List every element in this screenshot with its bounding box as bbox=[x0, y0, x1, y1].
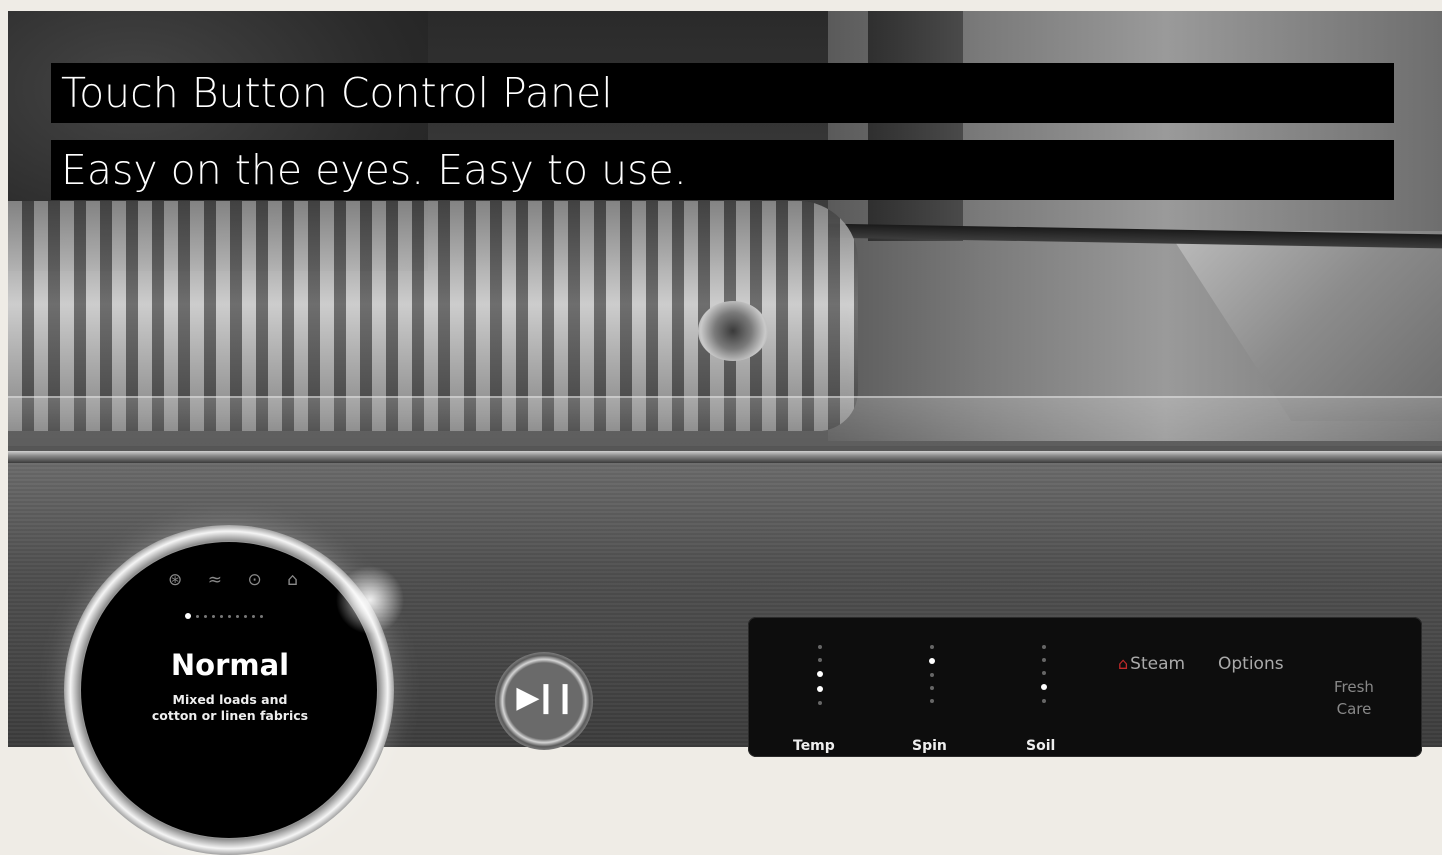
lock-icon: ⌂ bbox=[287, 570, 298, 590]
towel-fold bbox=[698, 301, 768, 361]
page-dot bbox=[196, 614, 199, 618]
level-dot bbox=[818, 658, 822, 662]
page-dot bbox=[252, 614, 255, 618]
play-pause-icon: ▶❙❙ bbox=[516, 679, 577, 715]
caption-subtitle: Easy on the eyes. Easy to use. bbox=[51, 140, 1394, 200]
page-dot bbox=[220, 614, 223, 618]
caption-title: Touch Button Control Panel bbox=[51, 63, 1394, 123]
lid-edge bbox=[8, 451, 1442, 463]
level-dot bbox=[1042, 699, 1046, 703]
cycle-name: Normal bbox=[170, 648, 290, 682]
steam-button[interactable]: ⌂ Steam bbox=[1118, 654, 1185, 674]
level-dot bbox=[818, 701, 822, 705]
spin-label: Spin bbox=[912, 738, 947, 754]
level-dot bbox=[930, 699, 934, 703]
options-button[interactable]: Options bbox=[1218, 654, 1284, 674]
level-dot bbox=[818, 645, 822, 649]
level-dot bbox=[1042, 645, 1046, 649]
lid-hinge-shadow bbox=[868, 11, 963, 241]
level-dot bbox=[817, 671, 823, 677]
cycle-description-line1: Mixed loads and bbox=[172, 692, 288, 707]
soil-label: Soil bbox=[1026, 738, 1056, 754]
temp-label: Temp bbox=[793, 738, 835, 754]
level-dot bbox=[930, 645, 934, 649]
dial-status-icons: ⊛ ≈ ⊙ ⌂ bbox=[168, 570, 298, 594]
page-dot bbox=[212, 614, 215, 618]
level-dot bbox=[817, 686, 823, 692]
dial-glare bbox=[330, 560, 410, 640]
level-dot bbox=[929, 658, 935, 664]
spin-level-indicator[interactable] bbox=[928, 645, 936, 703]
level-dot bbox=[930, 686, 934, 690]
steam-icon: ⌂ bbox=[1118, 654, 1129, 673]
level-dot bbox=[1042, 658, 1046, 662]
soil-level-indicator[interactable] bbox=[1040, 645, 1048, 703]
page-dot bbox=[244, 614, 247, 618]
level-dot bbox=[930, 673, 934, 677]
fresh-care-label-line1: Fresh bbox=[1334, 678, 1374, 696]
page-dot bbox=[228, 614, 231, 618]
wifi-icon: ≈ bbox=[207, 570, 222, 590]
page-dot bbox=[204, 614, 207, 618]
glass-lid bbox=[8, 396, 1442, 446]
fresh-care-button[interactable]: Fresh Care bbox=[1334, 676, 1374, 720]
fresh-care-label-line2: Care bbox=[1336, 700, 1372, 718]
drum-icon: ⊛ bbox=[168, 570, 183, 590]
level-dot bbox=[1041, 684, 1047, 690]
cycle-description-line2: cotton or linen fabrics bbox=[151, 708, 309, 723]
level-dot bbox=[1042, 671, 1046, 675]
cycle-description: Mixed loads and cotton or linen fabrics bbox=[120, 692, 340, 724]
dial-page-dots bbox=[185, 612, 275, 620]
page-dot bbox=[236, 614, 239, 618]
option-control-strip bbox=[748, 617, 1422, 757]
temp-level-indicator[interactable] bbox=[816, 645, 824, 705]
page-dot bbox=[185, 613, 191, 619]
start-pause-button[interactable]: ▶❙❙ bbox=[495, 652, 593, 750]
options-label: Options bbox=[1218, 654, 1284, 674]
remote-start-icon: ⊙ bbox=[247, 570, 262, 590]
steam-label: Steam bbox=[1130, 654, 1186, 674]
page-dot bbox=[260, 614, 263, 618]
